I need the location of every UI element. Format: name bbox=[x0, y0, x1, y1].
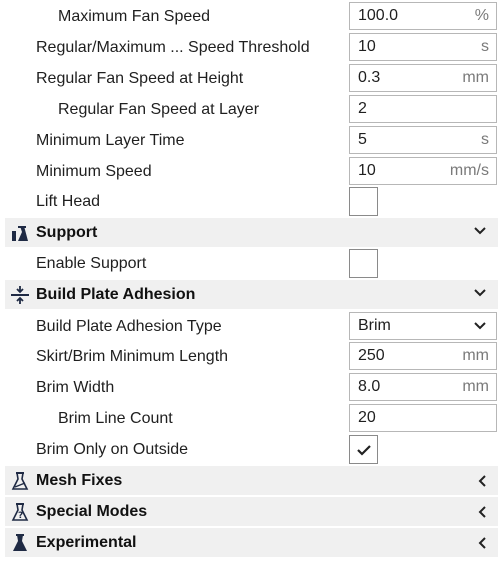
setting-label: Skirt/Brim Minimum Length bbox=[36, 348, 229, 365]
field-value: 0.3 bbox=[358, 69, 381, 86]
setting-label: Regular Fan Speed at Height bbox=[36, 70, 244, 87]
checkmark-icon bbox=[357, 445, 371, 456]
field-unit: % bbox=[474, 7, 489, 24]
brim-width-input[interactable]: 8.0 mm bbox=[349, 373, 497, 401]
setting-label: Brim Line Count bbox=[58, 410, 173, 427]
experimental-icon bbox=[13, 534, 27, 551]
setting-row-brim-only-outside: Brim Only on Outside bbox=[0, 434, 503, 465]
adhesion-icon bbox=[11, 286, 29, 304]
setting-row-speed-threshold: Regular/Maximum ... Speed Threshold 10 s bbox=[0, 32, 503, 63]
field-unit: mm bbox=[462, 69, 489, 86]
skirt-brim-length-input[interactable]: 250 mm bbox=[349, 342, 497, 370]
setting-label: Minimum Layer Time bbox=[36, 132, 185, 149]
category-mesh-fixes[interactable]: Mesh Fixes bbox=[5, 466, 498, 495]
chevron-down-icon bbox=[474, 322, 486, 330]
setting-label: Regular Fan Speed at Layer bbox=[58, 101, 260, 118]
fan-speed-layer-input[interactable]: 2 bbox=[349, 95, 497, 123]
chevron-left-icon bbox=[478, 537, 486, 549]
category-experimental[interactable]: Experimental bbox=[5, 528, 498, 557]
setting-label: Brim Width bbox=[36, 379, 115, 396]
maximum-fan-speed-input[interactable]: 100.0 % bbox=[349, 2, 497, 30]
setting-label: Regular/Maximum ... Speed Threshold bbox=[36, 39, 310, 56]
mesh-fixes-icon bbox=[11, 472, 29, 490]
minimum-layer-time-input[interactable]: 5 s bbox=[349, 126, 497, 154]
setting-row-minimum-layer-time: Minimum Layer Time 5 s bbox=[0, 125, 503, 156]
field-value: 2 bbox=[358, 100, 367, 117]
setting-row-brim-width: Brim Width 8.0 mm bbox=[0, 372, 503, 403]
field-value: 10 bbox=[358, 162, 376, 179]
setting-row-fan-speed-layer: Regular Fan Speed at Layer 2 bbox=[0, 94, 503, 125]
setting-row-enable-support: Enable Support bbox=[0, 248, 503, 279]
field-value: 10 bbox=[358, 38, 376, 55]
special-modes-icon: ? bbox=[11, 503, 29, 521]
category-support[interactable]: Support bbox=[5, 218, 498, 247]
svg-text:?: ? bbox=[18, 511, 23, 521]
brim-only-outside-checkbox[interactable] bbox=[349, 435, 378, 464]
field-value: 250 bbox=[358, 347, 385, 364]
category-build-plate-adhesion[interactable]: Build Plate Adhesion bbox=[5, 280, 498, 309]
setting-row-maximum-fan-speed: Maximum Fan Speed 100.0 % bbox=[0, 1, 503, 32]
field-unit: s bbox=[481, 38, 489, 55]
field-unit: mm/s bbox=[449, 162, 489, 179]
setting-label: Build Plate Adhesion Type bbox=[36, 318, 222, 335]
setting-label: Maximum Fan Speed bbox=[58, 8, 211, 25]
enable-support-checkbox[interactable] bbox=[349, 249, 378, 278]
setting-label: Minimum Speed bbox=[36, 163, 152, 180]
setting-label: Enable Support bbox=[36, 255, 147, 272]
chevron-left-icon bbox=[478, 475, 486, 487]
field-unit: s bbox=[481, 131, 489, 148]
setting-row-lift-head: Lift Head bbox=[0, 186, 503, 217]
adhesion-type-select[interactable]: Brim bbox=[349, 312, 497, 340]
minimum-speed-input[interactable]: 10 mm/s bbox=[349, 157, 497, 185]
chevron-down-icon bbox=[474, 289, 486, 297]
category-label: Build Plate Adhesion bbox=[36, 286, 196, 303]
category-special-modes[interactable]: ? Special Modes bbox=[5, 497, 498, 526]
setting-row-minimum-speed: Minimum Speed 10 mm/s bbox=[0, 156, 503, 187]
setting-row-skirt-brim-length: Skirt/Brim Minimum Length 250 mm bbox=[0, 341, 503, 372]
category-label: Support bbox=[36, 224, 98, 241]
category-label: Experimental bbox=[36, 534, 137, 551]
setting-label: Brim Only on Outside bbox=[36, 441, 189, 458]
lift-head-checkbox[interactable] bbox=[349, 187, 378, 216]
support-icon bbox=[12, 226, 28, 241]
chevron-left-icon bbox=[478, 506, 486, 518]
field-value: 8.0 bbox=[358, 378, 381, 395]
select-value: Brim bbox=[358, 317, 391, 334]
field-unit: mm bbox=[462, 347, 489, 364]
setting-row-fan-speed-height: Regular Fan Speed at Height 0.3 mm bbox=[0, 63, 503, 94]
field-value: 20 bbox=[358, 409, 376, 426]
fan-speed-height-input[interactable]: 0.3 mm bbox=[349, 64, 497, 92]
field-value: 5 bbox=[358, 131, 367, 148]
field-unit: mm bbox=[462, 378, 489, 395]
setting-row-adhesion-type: Build Plate Adhesion Type Brim bbox=[0, 311, 503, 342]
setting-label: Lift Head bbox=[36, 193, 101, 210]
field-value: 100.0 bbox=[358, 7, 399, 24]
brim-line-count-input[interactable]: 20 bbox=[349, 404, 497, 432]
category-label: Mesh Fixes bbox=[36, 472, 123, 489]
chevron-down-icon bbox=[474, 227, 486, 235]
speed-threshold-input[interactable]: 10 s bbox=[349, 33, 497, 61]
setting-row-brim-line-count: Brim Line Count 20 bbox=[0, 403, 503, 434]
category-label: Special Modes bbox=[36, 503, 148, 520]
